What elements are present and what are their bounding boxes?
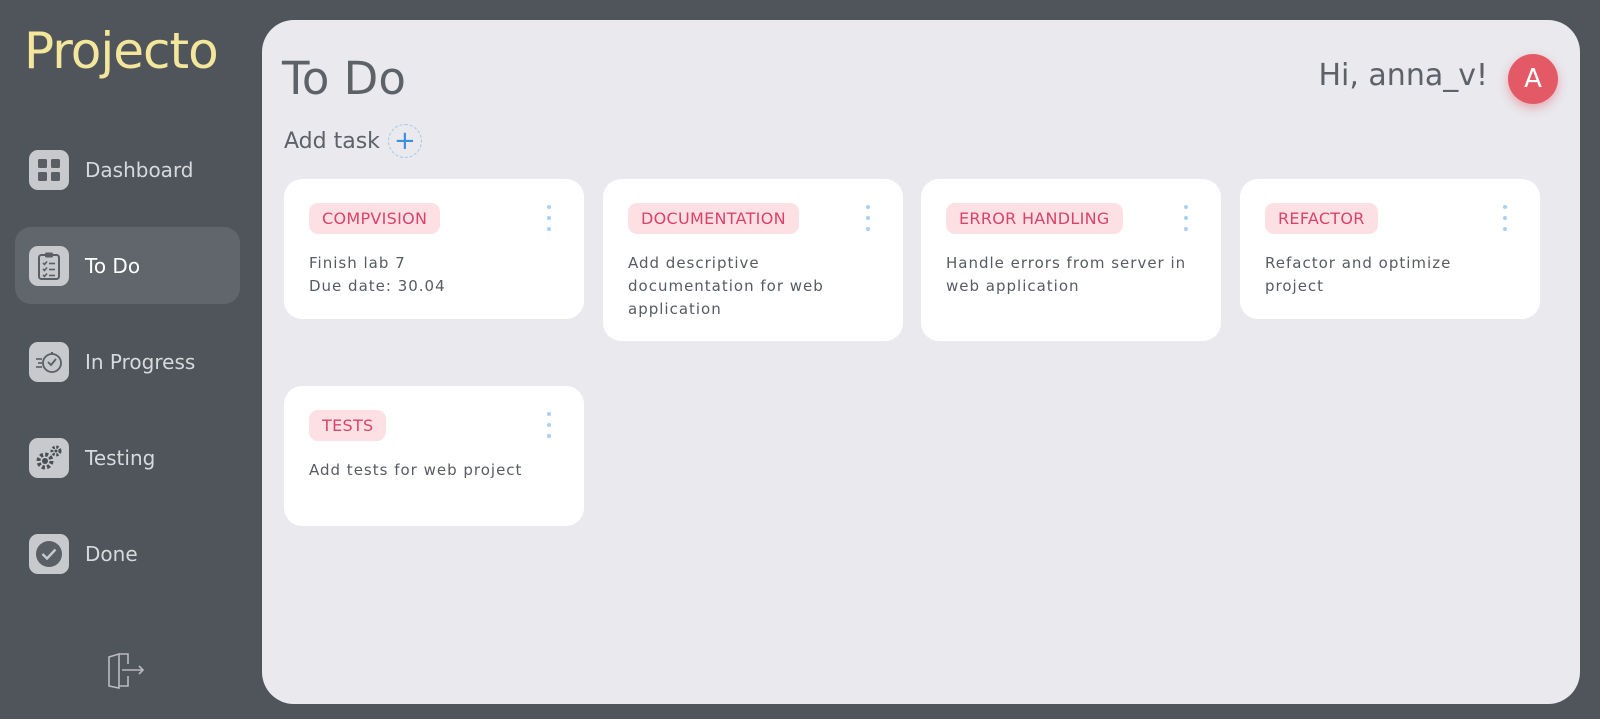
task-tag: DOCUMENTATION (628, 203, 799, 234)
app-logo: Projecto (24, 22, 219, 80)
gears-icon (29, 437, 69, 478)
sidebar-item-done[interactable]: Done (15, 515, 240, 592)
sidebar-item-dashboard[interactable]: Dashboard (15, 131, 240, 208)
dashboard-icon (29, 149, 69, 190)
task-card[interactable]: TESTS Add tests for web project (284, 386, 584, 526)
task-card[interactable]: COMPVISION Finish lab 7 Due date: 30.04 (284, 179, 584, 319)
add-task-button[interactable]: Add task + (284, 124, 422, 158)
sidebar-item-in-progress[interactable]: In Progress (15, 323, 240, 400)
sidebar-item-label: In Progress (85, 349, 196, 374)
sidebar-item-testing[interactable]: Testing (15, 419, 240, 496)
task-card[interactable]: REFACTOR Refactor and optimize project (1240, 179, 1540, 319)
more-options-icon[interactable] (544, 412, 554, 438)
task-card[interactable]: DOCUMENTATION Add descriptive documentat… (603, 179, 903, 341)
add-task-label: Add task (284, 128, 380, 154)
logout-button[interactable] (104, 652, 148, 692)
task-description: Refactor and optimize project (1265, 254, 1452, 295)
task-tag: REFACTOR (1265, 203, 1378, 234)
sidebar-item-label: Dashboard (85, 157, 194, 182)
page-title: To Do (282, 52, 406, 105)
more-options-icon[interactable] (544, 205, 554, 231)
task-tag: TESTS (309, 410, 387, 441)
more-options-icon[interactable] (1181, 205, 1191, 231)
check-icon (29, 533, 69, 574)
task-tag: ERROR HANDLING (946, 203, 1123, 234)
sidebar-item-todo[interactable]: To Do (15, 227, 240, 304)
task-description: Finish lab 7 Due date: 30.04 (309, 254, 446, 295)
avatar[interactable]: A (1508, 54, 1558, 104)
stopwatch-icon (29, 341, 69, 382)
more-options-icon[interactable] (863, 205, 873, 231)
sidebar-item-label: To Do (85, 253, 141, 278)
main-panel: To Do Hi, anna_v! A Add task + COMPVISIO… (262, 20, 1580, 704)
sidebar-item-label: Done (85, 541, 138, 566)
task-card[interactable]: ERROR HANDLING Handle errors from server… (921, 179, 1221, 341)
user-greeting: Hi, anna_v! (1318, 58, 1488, 93)
task-description: Handle errors from server in web applica… (946, 254, 1187, 295)
plus-icon[interactable]: + (387, 124, 422, 158)
clipboard-icon (29, 245, 69, 286)
more-options-icon[interactable] (1500, 205, 1510, 231)
task-description: Add tests for web project (309, 461, 523, 479)
logout-icon (105, 650, 147, 694)
sidebar-item-label: Testing (85, 445, 156, 470)
task-tag: COMPVISION (309, 203, 441, 234)
sidebar: Projecto Dashboard To Do In Progress Tes… (0, 0, 262, 719)
task-description: Add descriptive documentation for web ap… (628, 254, 824, 318)
